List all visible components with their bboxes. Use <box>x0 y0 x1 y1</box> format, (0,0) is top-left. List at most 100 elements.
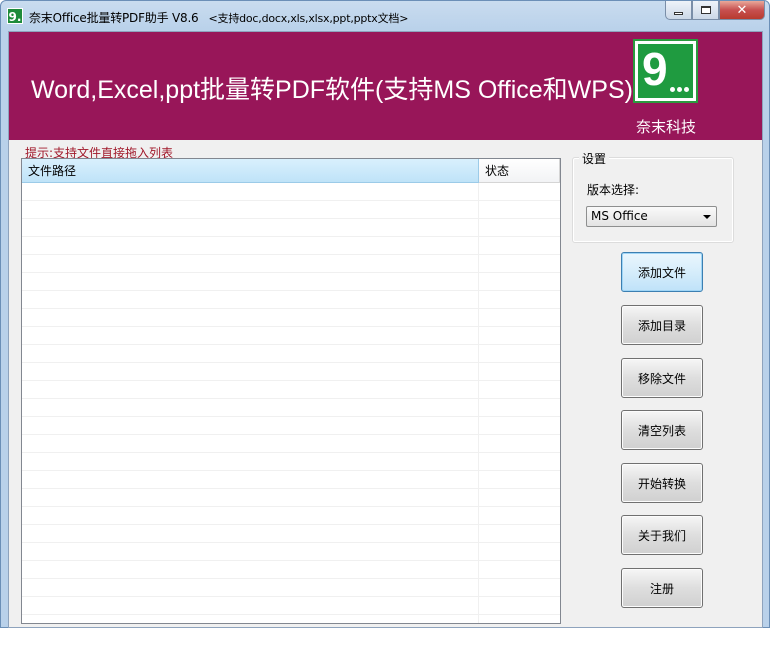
list-cell-path <box>22 561 479 578</box>
minimize-button[interactable] <box>665 1 692 20</box>
file-list-header: 文件路径 状态 <box>22 159 560 183</box>
list-cell-status <box>479 579 560 596</box>
register-button[interactable]: 注册 <box>621 568 703 608</box>
list-row[interactable] <box>22 183 560 201</box>
list-cell-status <box>479 471 560 488</box>
list-row[interactable] <box>22 507 560 525</box>
logo-dots <box>670 87 689 92</box>
list-cell-status <box>479 327 560 344</box>
list-row[interactable] <box>22 327 560 345</box>
list-row[interactable] <box>22 543 560 561</box>
list-cell-path <box>22 255 479 272</box>
close-icon: ✕ <box>736 2 748 18</box>
maximize-icon <box>700 6 711 14</box>
list-row[interactable] <box>22 489 560 507</box>
list-row[interactable] <box>22 525 560 543</box>
list-row[interactable] <box>22 309 560 327</box>
logo-mark: 9 <box>638 44 693 98</box>
version-label: 版本选择: <box>587 183 640 197</box>
list-cell-status <box>479 291 560 308</box>
app-icon: 9. <box>7 8 23 24</box>
list-cell-status <box>479 525 560 542</box>
list-cell-status <box>479 183 560 200</box>
list-row[interactable] <box>22 417 560 435</box>
list-cell-path <box>22 543 479 560</box>
list-cell-status <box>479 219 560 236</box>
start-convert-button[interactable]: 开始转换 <box>621 463 703 503</box>
list-row[interactable] <box>22 453 560 471</box>
list-cell-path <box>22 489 479 506</box>
list-row[interactable] <box>22 255 560 273</box>
file-list-body[interactable] <box>22 183 560 623</box>
list-row[interactable] <box>22 471 560 489</box>
add-folder-button[interactable]: 添加目录 <box>621 305 703 345</box>
list-cell-status <box>479 345 560 362</box>
list-row[interactable] <box>22 363 560 381</box>
title-bar[interactable]: 9. 奈末Office批量转PDF助手 V8.6 <支持doc,docx,xls,… <box>1 1 769 31</box>
list-cell-path <box>22 183 479 200</box>
list-cell-status <box>479 309 560 326</box>
company-logo: 9 <box>633 39 698 103</box>
list-row[interactable] <box>22 615 560 623</box>
list-row[interactable] <box>22 381 560 399</box>
list-cell-status <box>479 399 560 416</box>
list-row[interactable] <box>22 561 560 579</box>
list-cell-path <box>22 363 479 380</box>
list-cell-path <box>22 597 479 614</box>
list-cell-status <box>479 507 560 524</box>
list-row[interactable] <box>22 399 560 417</box>
about-us-button[interactable]: 关于我们 <box>621 515 703 555</box>
chevron-down-icon <box>703 215 711 219</box>
list-cell-status <box>479 255 560 272</box>
list-row[interactable] <box>22 237 560 255</box>
header-banner: Word,Excel,ppt批量转PDF软件(支持MS Office和WPS) … <box>9 32 762 140</box>
company-name: 奈末科技 <box>635 118 696 136</box>
version-select-value: MS Office <box>591 209 648 223</box>
app-window: 9. 奈末Office批量转PDF助手 V8.6 <支持doc,docx,xls,… <box>0 0 770 628</box>
list-row[interactable] <box>22 597 560 615</box>
list-cell-path <box>22 237 479 254</box>
window-title-text: 奈末Office批量转PDF助手 V8.6 <box>29 11 199 25</box>
list-cell-status <box>479 543 560 560</box>
list-row[interactable] <box>22 435 560 453</box>
column-header-path[interactable]: 文件路径 <box>22 159 479 183</box>
file-list[interactable]: 文件路径 状态 <box>21 158 561 624</box>
window-controls: ✕ <box>665 1 765 21</box>
list-cell-path <box>22 615 479 623</box>
list-cell-status <box>479 363 560 380</box>
list-cell-status <box>479 489 560 506</box>
client-area: Word,Excel,ppt批量转PDF软件(支持MS Office和WPS) … <box>8 31 763 628</box>
list-cell-path <box>22 435 479 452</box>
window-title: 奈末Office批量转PDF助手 V8.6 <支持doc,docx,xls,xls… <box>29 9 408 26</box>
list-cell-status <box>479 561 560 578</box>
list-row[interactable] <box>22 345 560 363</box>
settings-group: 设置 版本选择: MS Office <box>572 150 734 243</box>
list-cell-path <box>22 381 479 398</box>
clear-list-button[interactable]: 清空列表 <box>621 410 703 450</box>
list-cell-path <box>22 525 479 542</box>
list-cell-status <box>479 273 560 290</box>
close-button[interactable]: ✕ <box>719 1 765 20</box>
list-cell-path <box>22 345 479 362</box>
maximize-button[interactable] <box>692 1 719 20</box>
list-row[interactable] <box>22 219 560 237</box>
list-cell-status <box>479 597 560 614</box>
list-row[interactable] <box>22 579 560 597</box>
minimize-icon <box>674 11 683 15</box>
list-row[interactable] <box>22 291 560 309</box>
list-cell-path <box>22 399 479 416</box>
list-row[interactable] <box>22 201 560 219</box>
remove-file-button[interactable]: 移除文件 <box>621 358 703 398</box>
list-cell-path <box>22 273 479 290</box>
list-cell-path <box>22 579 479 596</box>
list-cell-status <box>479 201 560 218</box>
list-cell-status <box>479 453 560 470</box>
list-cell-status <box>479 615 560 623</box>
settings-group-label: 设置 <box>579 150 610 167</box>
add-file-button[interactable]: 添加文件 <box>621 252 703 292</box>
column-header-status[interactable]: 状态 <box>479 159 560 183</box>
logo-text: 9 <box>642 43 668 95</box>
list-cell-path <box>22 219 479 236</box>
list-row[interactable] <box>22 273 560 291</box>
version-select[interactable]: MS Office <box>586 206 717 227</box>
